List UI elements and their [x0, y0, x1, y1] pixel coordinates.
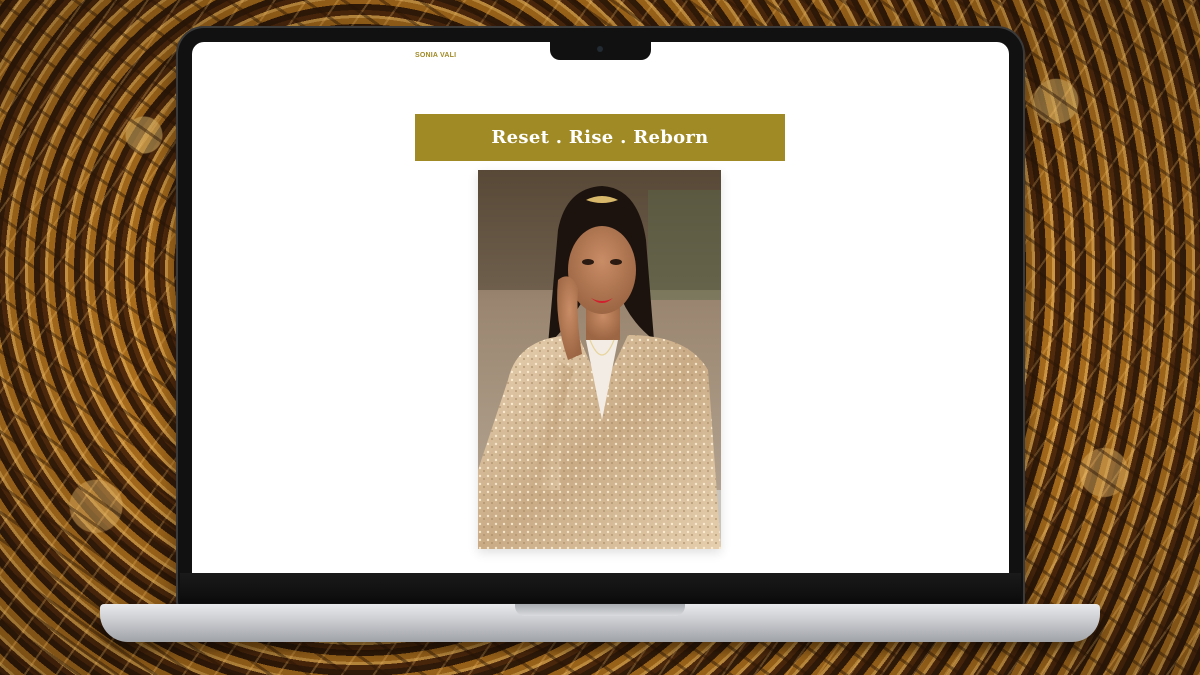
hero-banner: Reset . Rise . Reborn	[415, 114, 785, 161]
laptop-chin	[180, 573, 1021, 603]
laptop-base	[100, 604, 1100, 642]
hero-title: Reset . Rise . Reborn	[491, 127, 709, 148]
laptop-screen: SONIA VALI Reset . Rise . Reborn	[192, 42, 1009, 573]
laptop-opening-groove	[515, 604, 685, 616]
camera-notch	[550, 40, 651, 60]
camera-icon	[597, 46, 603, 52]
portrait-image	[478, 170, 721, 549]
site-logo[interactable]: SONIA VALI	[415, 52, 456, 59]
